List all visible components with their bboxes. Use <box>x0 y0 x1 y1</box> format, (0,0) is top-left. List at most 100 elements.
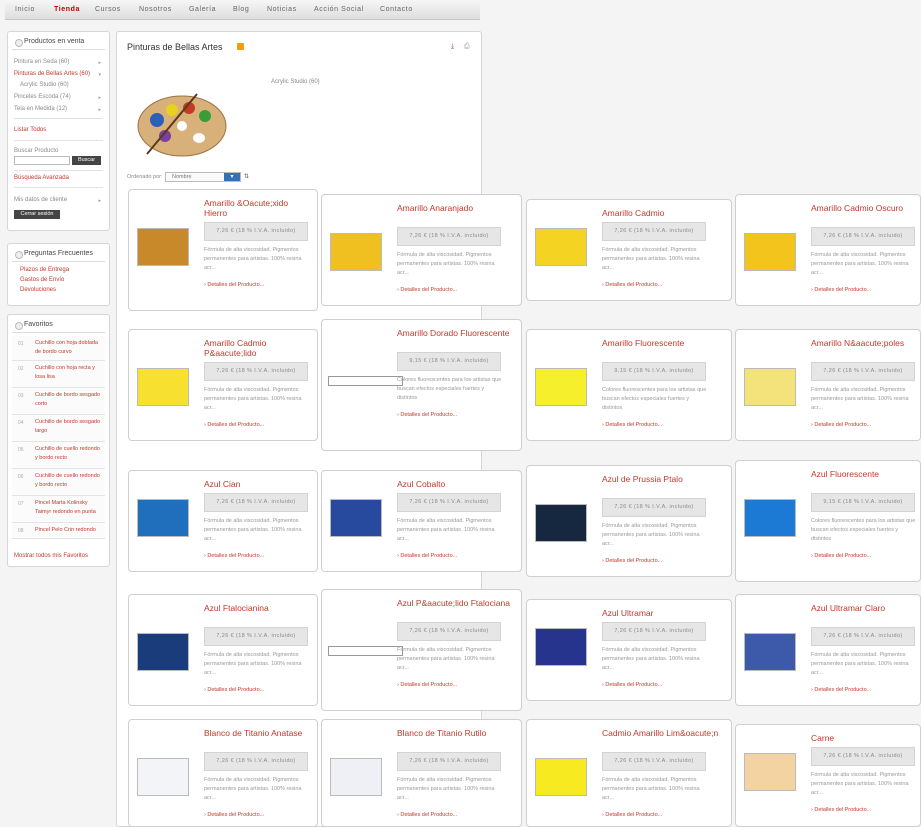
product-name[interactable]: Azul Ftalocianina <box>204 603 309 613</box>
favorite-item[interactable]: 01 Cuchillo con hoja doblada de bordo cur… <box>12 336 105 361</box>
color-swatch-image[interactable] <box>535 504 587 542</box>
color-swatch-image[interactable] <box>137 499 189 537</box>
product-details-link[interactable]: › Detalles del Producto... <box>397 812 457 818</box>
favorite-link[interactable]: Cuchillo de bordo sesgado largo <box>35 418 101 436</box>
favorite-link[interactable]: Pincel Marta Kolinsky Taimyr redondo en … <box>35 499 101 517</box>
product-details-link[interactable]: › Detalles del Producto... <box>811 287 871 293</box>
product-name[interactable]: Amarillo Cadmio <box>602 208 723 218</box>
nav-galeria[interactable]: Galería <box>189 6 216 13</box>
close-session-button[interactable]: Cerrar sesión <box>14 210 60 219</box>
color-swatch-image[interactable] <box>535 228 587 266</box>
favorite-link[interactable]: Cuchillo con hoja recta y losa lisa <box>35 364 101 382</box>
color-swatch-image[interactable] <box>744 753 796 791</box>
product-card[interactable]: Azul Ultramar Claro 7,26 € (18 % I.V.A. i… <box>735 594 921 706</box>
advanced-search-link[interactable]: Búsqueda Avanzada <box>14 175 69 181</box>
product-details-link[interactable]: › Detalles del Producto... <box>602 558 662 564</box>
color-swatch-image[interactable] <box>535 628 587 666</box>
nav-inicio[interactable]: Inicio <box>15 6 35 13</box>
product-details-link[interactable]: › Detalles del Producto... <box>204 812 264 818</box>
color-swatch-image[interactable] <box>137 368 189 406</box>
favorite-link[interactable]: Pincel Pelo Crin redondo <box>35 526 101 535</box>
product-card[interactable]: Carne 7,26 € (18 % I.V.A. incluido) Fórmul… <box>735 724 921 827</box>
color-swatch-image[interactable] <box>330 233 382 271</box>
favorite-item[interactable]: 03 Cuchillo de bordo sesgado corto <box>12 388 105 415</box>
color-swatch-image[interactable] <box>744 233 796 271</box>
product-details-link[interactable]: › Detalles del Producto... <box>397 682 457 688</box>
category-acrylic-studio[interactable]: Acrylic Studio (60) <box>20 82 69 88</box>
favorite-item[interactable]: 06 Cuchillo de cuello redondo y bordo rec… <box>12 469 105 496</box>
product-details-link[interactable]: › Detalles del Producto... <box>811 553 871 559</box>
product-name[interactable]: Cadmio Amarillo Lim&oacute;n <box>602 728 723 738</box>
product-card[interactable]: Amarillo Fluorescente 9,15 € (18 % I.V.A.… <box>526 329 732 441</box>
product-name[interactable]: Blanco de Titanio Rutilo <box>397 728 513 738</box>
product-card[interactable]: Amarillo Anaranjado 7,26 € (18 % I.V.A. i… <box>321 194 522 306</box>
product-name[interactable]: Amarillo Dorado Fluorescente <box>397 328 513 338</box>
product-details-link[interactable]: › Detalles del Producto... <box>397 553 457 559</box>
product-card[interactable]: Amarillo Cadmio P&aacute;lido 7,26 € (18 … <box>128 329 318 441</box>
product-details-link[interactable]: › Detalles del Producto... <box>204 422 264 428</box>
product-details-link[interactable]: › Detalles del Producto... <box>397 287 457 293</box>
product-details-link[interactable]: › Detalles del Producto... <box>602 422 662 428</box>
product-details-link[interactable]: › Detalles del Producto... <box>811 807 871 813</box>
product-name[interactable]: Blanco de Titanio Anatase <box>204 728 309 738</box>
color-swatch-image[interactable] <box>744 633 796 671</box>
favorite-link[interactable]: Cuchillo con hoja doblada de bordo curvo <box>35 339 101 357</box>
product-card[interactable]: Amarillo Dorado Fluorescente 9,15 € (18 %… <box>321 319 522 451</box>
favorite-item[interactable]: 02 Cuchillo con hoja recta y losa lisa <box>12 361 105 388</box>
product-card[interactable]: Amarillo N&aacute;poles 7,26 € (18 % I.V.… <box>735 329 921 441</box>
product-name[interactable]: Amarillo Cadmio P&aacute;lido <box>204 338 309 358</box>
color-swatch-image[interactable] <box>330 499 382 537</box>
color-swatch-image[interactable] <box>137 633 189 671</box>
product-details-link[interactable]: › Detalles del Producto... <box>602 812 662 818</box>
nav-blog[interactable]: Blog <box>233 6 249 13</box>
order-select[interactable]: Nombre ▾ <box>165 172 241 182</box>
color-swatch-image[interactable] <box>535 368 587 406</box>
product-card[interactable]: Blanco de Titanio Rutilo 7,26 € (18 % I.V… <box>321 719 522 827</box>
product-card[interactable]: Azul P&aacute;lido Ftalociana 7,26 € (18 … <box>321 589 522 711</box>
product-name[interactable]: Amarillo Anaranjado <box>397 203 513 213</box>
favorite-link[interactable]: Cuchillo de cuello redondo y bordo recto <box>35 472 101 490</box>
category-seda[interactable]: Pintura en Seda (60) <box>14 59 69 65</box>
product-card[interactable]: Amarillo Cadmio 7,26 € (18 % I.V.A. inclu… <box>526 199 732 301</box>
product-card[interactable]: Azul Ftalocianina 7,26 € (18 % I.V.A. inc… <box>128 594 318 706</box>
product-name[interactable]: Azul Ultramar Claro <box>811 603 912 613</box>
product-details-link[interactable]: › Detalles del Producto... <box>397 412 457 418</box>
product-details-link[interactable]: › Detalles del Producto... <box>811 422 871 428</box>
product-name[interactable]: Azul Cobalto <box>397 479 513 489</box>
color-swatch-image[interactable] <box>137 228 189 266</box>
nav-cursos[interactable]: Cursos <box>95 6 121 13</box>
product-name[interactable]: Azul Ultramar <box>602 608 723 618</box>
product-name[interactable]: Azul de Prussia Ptalo <box>602 474 723 484</box>
product-name[interactable]: Amarillo Cadmio Oscuro <box>811 203 912 213</box>
category-tela[interactable]: Tela en Medida (12) <box>14 106 67 112</box>
product-name[interactable]: Amarillo Fluorescente <box>602 338 723 348</box>
product-card[interactable]: Azul Cian 7,26 € (18 % I.V.A. incluido) Fó… <box>128 470 318 572</box>
product-card[interactable]: Azul de Prussia Ptalo 7,26 € (18 % I.V.A.… <box>526 465 732 577</box>
favorite-item[interactable]: 05 Cuchillo de cuello redondo y bordo rec… <box>12 442 105 469</box>
product-name[interactable]: Azul Fluorescente <box>811 469 912 479</box>
favorite-item[interactable]: 08 Pincel Pelo Crin redondo <box>12 523 105 539</box>
product-card[interactable]: Cadmio Amarillo Lim&oacute;n 7,26 € (18 %… <box>526 719 732 827</box>
product-name[interactable]: Amarillo &Oacute;xido Hierro <box>204 198 309 218</box>
product-details-link[interactable]: › Detalles del Producto... <box>204 282 264 288</box>
favorite-item[interactable]: 04 Cuchillo de bordo sesgado largo <box>12 415 105 442</box>
product-details-link[interactable]: › Detalles del Producto... <box>811 687 871 693</box>
nav-accion-social[interactable]: Acción Social <box>314 6 364 13</box>
faq-item-delivery[interactable]: Plazos de Entrega <box>20 267 69 273</box>
category-pinceles[interactable]: Pinceles Escoda (74) <box>14 94 71 100</box>
list-all-link[interactable]: Listar Todos <box>14 127 46 133</box>
show-all-favorites-link[interactable]: Mostrar todos mis Favoritos <box>14 553 88 559</box>
faq-item-shipping[interactable]: Gastos de Envío <box>20 277 64 283</box>
faq-item-returns[interactable]: Devoluciones <box>20 287 56 293</box>
favorite-link[interactable]: Cuchillo de bordo sesgado corto <box>35 391 101 409</box>
product-card[interactable]: Azul Cobalto 7,26 € (18 % I.V.A. incluido… <box>321 470 522 572</box>
product-card[interactable]: Azul Fluorescente 9,15 € (18 % I.V.A. inc… <box>735 460 921 582</box>
palette-image[interactable] <box>127 84 237 164</box>
nav-nosotros[interactable]: Nosotros <box>139 6 172 13</box>
product-card[interactable]: Azul Ultramar 7,26 € (18 % I.V.A. incluid… <box>526 599 732 701</box>
search-input[interactable] <box>14 156 70 165</box>
rss-icon[interactable] <box>237 43 244 50</box>
product-details-link[interactable]: › Detalles del Producto... <box>204 687 264 693</box>
product-details-link[interactable]: › Detalles del Producto... <box>602 282 662 288</box>
product-card[interactable]: Amarillo &Oacute;xido Hierro 7,26 € (18 %… <box>128 189 318 311</box>
